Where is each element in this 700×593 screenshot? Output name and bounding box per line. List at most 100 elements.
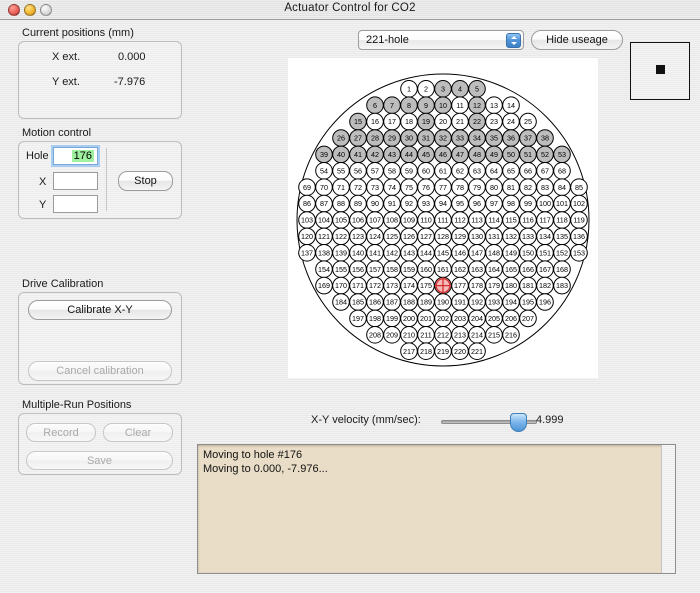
- hole-27[interactable]: 27: [349, 129, 367, 147]
- hole-109[interactable]: 109: [400, 211, 418, 229]
- hole-map-canvas[interactable]: 1 2 3 4 5 6 7 8 9 10 11 12 13 14 15 16 17 18 19 20 21 22 23 24 2…: [288, 58, 598, 378]
- hole-31[interactable]: 31: [417, 129, 435, 147]
- hole-150[interactable]: 150: [519, 244, 537, 262]
- hole-195[interactable]: 195: [519, 293, 537, 311]
- hole-11[interactable]: 11: [451, 96, 469, 115]
- hole-71[interactable]: 71: [332, 178, 350, 196]
- hole-179[interactable]: 179: [485, 276, 503, 295]
- hole-215[interactable]: 215: [485, 326, 503, 344]
- hole-input[interactable]: 176: [53, 147, 98, 165]
- hole-107[interactable]: 107: [366, 211, 384, 229]
- hole-212[interactable]: 212: [434, 326, 452, 344]
- hole-147[interactable]: 147: [468, 244, 486, 262]
- hole-13[interactable]: 13: [485, 96, 503, 115]
- hole-104[interactable]: 104: [315, 211, 333, 229]
- hole-185[interactable]: 185: [349, 293, 367, 311]
- hole-38[interactable]: 38: [536, 129, 554, 147]
- hole-52[interactable]: 52: [536, 145, 554, 164]
- hole-181[interactable]: 181: [519, 276, 537, 295]
- hole-127[interactable]: 127: [417, 227, 435, 246]
- hole-189[interactable]: 189: [417, 293, 435, 311]
- hole-184[interactable]: 184: [332, 293, 350, 311]
- hole-163[interactable]: 163: [468, 260, 486, 278]
- hole-111[interactable]: 111: [434, 211, 452, 229]
- hole-124[interactable]: 124: [366, 227, 384, 246]
- hole-198[interactable]: 198: [366, 309, 384, 328]
- hole-130[interactable]: 130: [468, 227, 486, 246]
- hole-176[interactable]: 176: [434, 276, 452, 295]
- record-button[interactable]: Record: [26, 423, 96, 442]
- hole-62[interactable]: 62: [451, 162, 469, 180]
- hole-122[interactable]: 122: [332, 227, 350, 246]
- hole-46[interactable]: 46: [434, 145, 452, 164]
- hole-73[interactable]: 73: [366, 178, 384, 196]
- hole-68[interactable]: 68: [553, 162, 571, 180]
- hole-114[interactable]: 114: [485, 211, 503, 229]
- hole-79[interactable]: 79: [468, 178, 486, 196]
- hole-105[interactable]: 105: [332, 211, 350, 229]
- hole-146[interactable]: 146: [451, 244, 469, 262]
- hole-66[interactable]: 66: [519, 162, 537, 180]
- hole-187[interactable]: 187: [383, 293, 401, 311]
- hole-125[interactable]: 125: [383, 227, 401, 246]
- hole-26[interactable]: 26: [332, 129, 350, 147]
- hole-86[interactable]: 86: [298, 194, 316, 213]
- hole-67[interactable]: 67: [536, 162, 554, 180]
- hole-140[interactable]: 140: [349, 244, 367, 262]
- hole-151[interactable]: 151: [536, 244, 554, 262]
- hole-141[interactable]: 141: [366, 244, 384, 262]
- hole-76[interactable]: 76: [417, 178, 435, 196]
- hole-25[interactable]: 25: [519, 112, 537, 131]
- hole-35[interactable]: 35: [485, 129, 503, 147]
- hole-142[interactable]: 142: [383, 244, 401, 262]
- hole-8[interactable]: 8: [400, 96, 418, 115]
- hole-53[interactable]: 53: [553, 145, 571, 164]
- hole-217[interactable]: 217: [400, 342, 418, 361]
- save-button[interactable]: Save: [26, 451, 173, 470]
- hole-94[interactable]: 94: [434, 194, 452, 213]
- hole-165[interactable]: 165: [502, 260, 520, 278]
- hole-15[interactable]: 15: [349, 112, 367, 131]
- hole-9[interactable]: 9: [417, 96, 435, 115]
- hole-132[interactable]: 132: [502, 227, 520, 246]
- hole-70[interactable]: 70: [315, 178, 333, 196]
- hole-24[interactable]: 24: [502, 112, 520, 131]
- hole-4[interactable]: 4: [451, 80, 469, 98]
- hole-16[interactable]: 16: [366, 112, 384, 131]
- hole-28[interactable]: 28: [366, 129, 384, 147]
- hole-44[interactable]: 44: [400, 145, 418, 164]
- hole-220[interactable]: 220: [451, 342, 469, 361]
- hole-206[interactable]: 206: [502, 309, 520, 328]
- hole-166[interactable]: 166: [519, 260, 537, 278]
- hole-91[interactable]: 91: [383, 194, 401, 213]
- hole-39[interactable]: 39: [315, 145, 333, 164]
- hole-1[interactable]: 1: [400, 80, 418, 98]
- hole-37[interactable]: 37: [519, 129, 537, 147]
- hole-139[interactable]: 139: [332, 244, 350, 262]
- hole-191[interactable]: 191: [451, 293, 469, 311]
- hole-199[interactable]: 199: [383, 309, 401, 328]
- hole-168[interactable]: 168: [553, 260, 571, 278]
- hole-36[interactable]: 36: [502, 129, 520, 147]
- hole-175[interactable]: 175: [417, 276, 435, 295]
- hole-61[interactable]: 61: [434, 162, 452, 180]
- hole-20[interactable]: 20: [434, 112, 452, 131]
- hole-115[interactable]: 115: [502, 211, 520, 229]
- hole-134[interactable]: 134: [536, 227, 554, 246]
- hole-81[interactable]: 81: [502, 178, 520, 196]
- hole-169[interactable]: 169: [315, 276, 333, 295]
- hole-48[interactable]: 48: [468, 145, 486, 164]
- hole-49[interactable]: 49: [485, 145, 503, 164]
- hole-12[interactable]: 12: [468, 96, 486, 115]
- hole-96[interactable]: 96: [468, 194, 486, 213]
- hole-148[interactable]: 148: [485, 244, 503, 262]
- hole-60[interactable]: 60: [417, 162, 435, 180]
- hole-204[interactable]: 204: [468, 309, 486, 328]
- hole-58[interactable]: 58: [383, 162, 401, 180]
- hole-7[interactable]: 7: [383, 96, 401, 115]
- hole-98[interactable]: 98: [502, 194, 520, 213]
- velocity-slider-thumb[interactable]: [510, 413, 527, 432]
- hole-155[interactable]: 155: [332, 260, 350, 278]
- hole-152[interactable]: 152: [553, 244, 571, 262]
- hole-110[interactable]: 110: [417, 211, 435, 229]
